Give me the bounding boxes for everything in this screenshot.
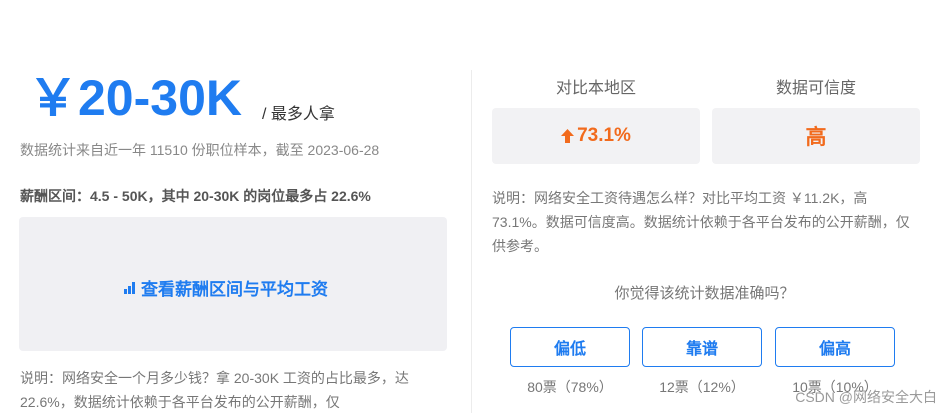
watermark-text: CSDN @网络安全大白 xyxy=(795,389,937,405)
local-compare-box: 73.1% xyxy=(492,108,700,164)
arrow-up-icon xyxy=(561,129,575,143)
view-salary-range-label: 查看薪酬区间与平均工资 xyxy=(141,280,328,299)
vote-low-button[interactable]: 偏低 xyxy=(510,327,630,367)
salary-note: 说明：网络安全一个月多少钱？拿 20-30K 工资的占比最多，达 22.6%，数… xyxy=(20,370,409,410)
vote-accurate-button[interactable]: 靠谱 xyxy=(642,327,762,367)
local-compare-header: 对比本地区 xyxy=(555,80,636,97)
salary-amount: ￥20-30K xyxy=(28,70,242,126)
view-salary-range-link[interactable]: 查看薪酬区间与平均工资 xyxy=(124,275,328,300)
local-compare-value: 73.1% xyxy=(561,125,631,147)
poll-question: 你觉得该统计数据准确吗？ xyxy=(614,285,795,302)
salary-suffix: / 最多人拿 xyxy=(262,106,335,123)
vote-accurate-count: 12票（12%） xyxy=(659,379,745,395)
credibility-header: 数据可信度 xyxy=(775,80,856,97)
vote-low-count: 80票（78%） xyxy=(527,379,613,395)
bar-chart-icon xyxy=(124,281,135,294)
salary-range-text: 薪酬区间：4.5 - 50K，其中 20-30K 的岗位最多占 22.6% xyxy=(20,188,371,204)
vote-high-button[interactable]: 偏高 xyxy=(775,327,895,367)
comparison-note: 说明：网络安全工资待遇怎么样？对比平均工资 ￥11.2K，高 73.1%。数据可… xyxy=(492,190,910,254)
column-divider xyxy=(471,70,472,413)
credibility-box: 高 xyxy=(712,108,920,164)
credibility-value: 高 xyxy=(805,126,827,149)
local-compare-percent: 73.1% xyxy=(577,125,631,146)
data-source-text: 数据统计来自近一年 11510 份职位样本，截至 2023-06-28 xyxy=(20,142,380,158)
